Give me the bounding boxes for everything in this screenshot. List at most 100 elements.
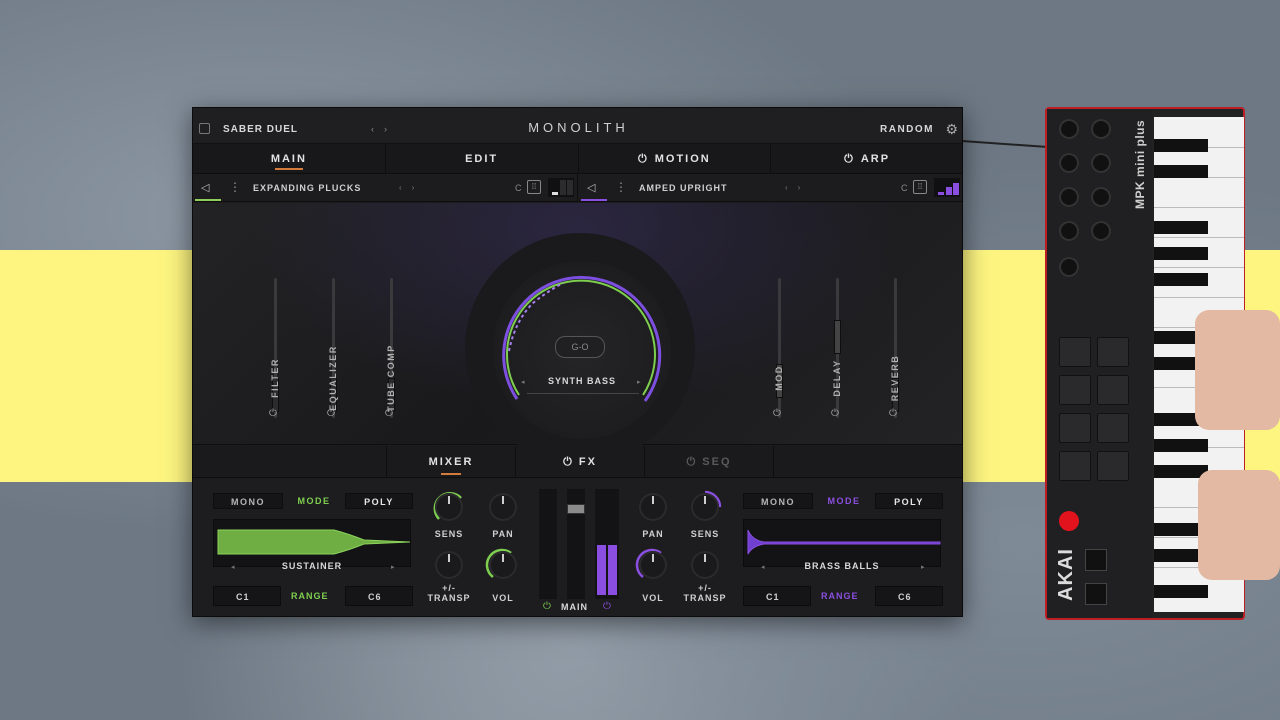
core-underline [527, 393, 639, 394]
tab-main[interactable]: MAIN [193, 144, 386, 173]
layer-b-power-icon[interactable]: ⏻ [603, 601, 611, 612]
mod-wheel [1085, 583, 1107, 605]
drum-pad [1097, 413, 1129, 443]
tab-motion[interactable]: ⏻ MOTION [579, 144, 772, 173]
main-vu-right [595, 489, 619, 599]
power-icon[interactable]: ⏻ [385, 408, 393, 419]
power-icon[interactable]: ⏻ [327, 408, 335, 419]
right-hand-lower [1198, 470, 1280, 580]
fx-slider-label: REVERB [890, 354, 900, 402]
sub-tabs: MIXER ⏻ FX ⏻ SEQ [193, 446, 962, 478]
knob-label: SENS [434, 529, 464, 539]
main-fader-handle[interactable] [567, 504, 585, 514]
fx-slider-reverb[interactable]: REVERB ⏻ [885, 278, 905, 428]
drum-pad [1097, 451, 1129, 481]
tab-edit[interactable]: EDIT [386, 144, 579, 173]
layer-a-pan-knob[interactable] [485, 489, 521, 525]
main-channel-strip: ⏻ MAIN ⏻ [539, 489, 619, 615]
env-next-arrow[interactable]: ▸ [921, 563, 925, 571]
core-dial[interactable]: G-O ◂ SYNTH BASS ▸ [493, 261, 671, 439]
mono-button[interactable]: MONO [213, 493, 283, 509]
fx-slider-label: FILTER [270, 358, 280, 398]
keymap-icon[interactable]: ⁞⁞ [527, 180, 541, 194]
layer-a-envelope-display[interactable] [213, 519, 411, 567]
monolith-plugin-window: SABER DUEL ‹› MONOLITH RANDOM ⚙ MAIN EDI… [192, 107, 963, 617]
speaker-icon[interactable]: ◁ [587, 181, 595, 194]
layer-a-env-name[interactable]: SUSTAINER [213, 561, 411, 571]
layer-b-mode-row: MONO MODE POLY [743, 493, 943, 509]
layer-b-name[interactable]: AMPED UPRIGHT [639, 183, 728, 193]
env-next-arrow[interactable]: ▸ [391, 563, 395, 571]
knob-label: VOL [642, 593, 664, 603]
knob-label: PAN [642, 529, 664, 539]
tab-mixer[interactable]: MIXER [386, 446, 515, 478]
layer-b-pan-knob[interactable] [635, 489, 671, 525]
layer-menu-icon[interactable]: ⋮ [229, 180, 241, 194]
poly-button[interactable]: POLY [345, 493, 413, 509]
core-logo-chip[interactable]: G-O [555, 336, 605, 358]
tab-label: MOTION [654, 153, 711, 165]
power-icon[interactable]: ⏻ [844, 153, 855, 165]
layer-a-mode-row: MONO MODE POLY [213, 493, 413, 509]
layer-a-power-icon[interactable]: ⏻ [543, 601, 551, 612]
power-icon[interactable]: ⏻ [269, 408, 277, 419]
layer-b-envelope-display[interactable] [743, 519, 941, 567]
range-label: RANGE [821, 591, 859, 601]
power-icon[interactable]: ⏻ [563, 456, 579, 468]
keymap-icon[interactable]: ⁞⁞ [913, 180, 927, 194]
fx-slider-equalizer[interactable]: EQUALIZER ⏻ [323, 278, 343, 428]
poly-button[interactable]: POLY [875, 493, 943, 509]
layer-a-sens-knob[interactable] [431, 489, 467, 525]
power-icon[interactable]: ⏻ [773, 408, 781, 419]
drum-pad [1059, 413, 1091, 443]
fx-slider-tube-comp[interactable]: TUBE COMP ⏻ [381, 278, 401, 428]
layer-a-key[interactable]: C [515, 183, 522, 193]
main-stage: FILTER ⏻ EQUALIZER ⏻ TUBE COMP ⏻ MOD ⏻ D… [193, 203, 962, 536]
range-low-select[interactable]: C1 [743, 586, 811, 606]
encoder-knob [1091, 153, 1111, 173]
speaker-icon[interactable]: ◁ [201, 181, 209, 194]
tab-fx[interactable]: ⏻ FX [515, 446, 644, 478]
encoder-knob [1059, 119, 1079, 139]
tab-arp[interactable]: ⏻ ARP [771, 144, 962, 173]
fx-slider-mod[interactable]: MOD ⏻ [769, 278, 789, 428]
layer-a-meter [548, 178, 574, 197]
layer-b-env-name[interactable]: BRASS BALLS [743, 561, 941, 571]
pitch-wheel [1085, 549, 1107, 571]
fx-slider-delay[interactable]: DELAY ⏻ [827, 278, 847, 428]
layer-b-key[interactable]: C [901, 183, 908, 193]
mono-button[interactable]: MONO [743, 493, 813, 509]
power-icon[interactable]: ⏻ [889, 408, 897, 419]
encoder-knob [1091, 187, 1111, 207]
layer-b-meter [934, 178, 960, 197]
layer-a-transp-knob[interactable] [431, 547, 467, 583]
random-button[interactable]: RANDOM [880, 124, 934, 135]
power-icon[interactable]: ⏻ [638, 153, 649, 165]
range-low-select[interactable]: C1 [213, 586, 281, 606]
tab-seq[interactable]: ⏻ SEQ [644, 446, 773, 478]
layer-a-name[interactable]: EXPANDING PLUCKS [253, 183, 361, 193]
layer-b-vol-knob[interactable] [635, 547, 671, 583]
layer-b-transp-knob[interactable] [687, 547, 723, 583]
knob-label: +/- TRANSP [427, 583, 471, 603]
core-next-arrow[interactable]: ▸ [637, 378, 641, 386]
fx-slider-label: MOD [774, 365, 784, 391]
drum-pad [1059, 337, 1091, 367]
range-high-select[interactable]: C6 [345, 586, 413, 606]
power-icon[interactable]: ⏻ [831, 408, 839, 419]
range-high-select[interactable]: C6 [875, 586, 943, 606]
layer-menu-icon[interactable]: ⋮ [615, 180, 627, 194]
drum-pad [1097, 337, 1129, 367]
core-name[interactable]: SYNTH BASS [513, 376, 651, 386]
fx-slider-filter[interactable]: FILTER ⏻ [265, 278, 285, 428]
tab-label: MAIN [270, 153, 307, 165]
layer-b-range-row: C1 RANGE C6 [743, 586, 943, 606]
layer-a-vol-knob[interactable] [485, 547, 521, 583]
gear-icon[interactable]: ⚙ [945, 121, 958, 138]
power-icon[interactable]: ⏻ [687, 456, 703, 468]
layer-b-nav-arrows[interactable]: ‹› [785, 183, 810, 192]
tab-label: SEQ [702, 456, 732, 468]
layer-b-sens-knob[interactable] [687, 489, 723, 525]
fx-slider-label: TUBE COMP [386, 344, 396, 412]
layer-a-nav-arrows[interactable]: ‹› [399, 183, 424, 192]
